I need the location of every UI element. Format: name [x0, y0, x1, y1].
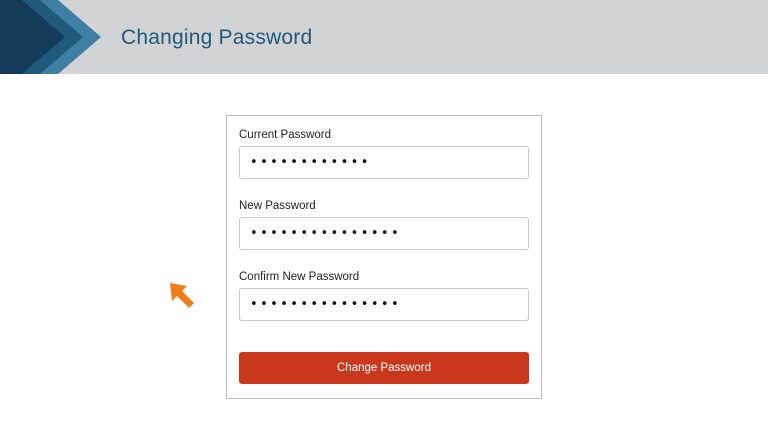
header-bar: Changing Password	[0, 0, 768, 74]
new-password-input[interactable]: •••••••••••••••	[239, 217, 529, 250]
confirm-password-label: Confirm New Password	[239, 271, 360, 283]
change-password-form: Current Password •••••••••••• New Passwo…	[226, 115, 542, 399]
change-password-button[interactable]: Change Password	[239, 352, 529, 384]
page-title: Changing Password	[121, 26, 313, 49]
chevron-logo-icon	[0, 0, 101, 74]
confirm-password-input[interactable]: •••••••••••••••	[239, 288, 529, 321]
current-password-input[interactable]: ••••••••••••	[239, 146, 529, 179]
current-password-label: Current Password	[239, 129, 332, 141]
new-password-label: New Password	[239, 200, 316, 212]
arrow-pointer-icon	[170, 283, 194, 308]
